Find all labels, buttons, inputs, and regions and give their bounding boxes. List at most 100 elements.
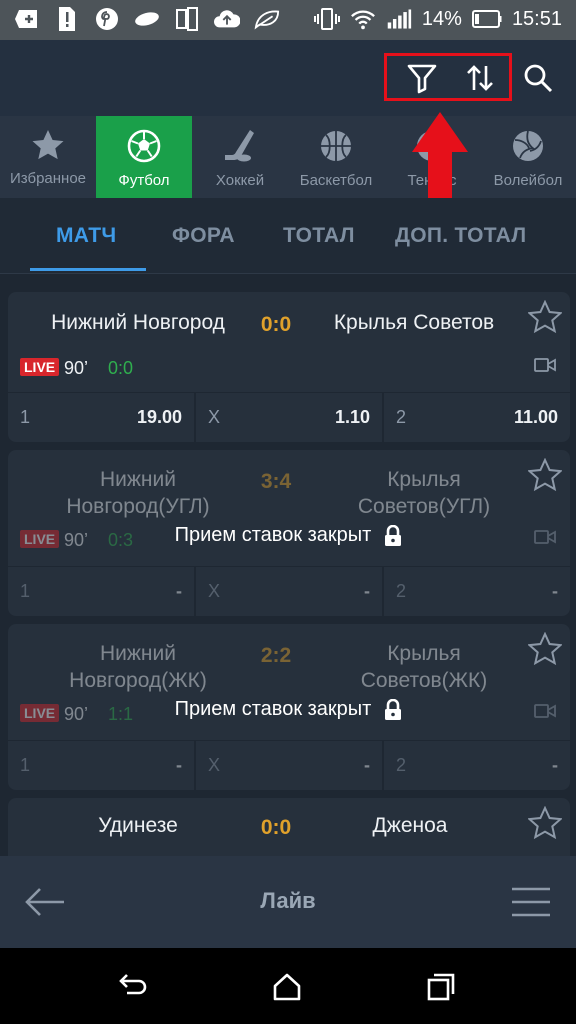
- odd-value: 1.10: [334, 407, 370, 427]
- sport-label: Избранное: [9, 170, 87, 187]
- event-card[interactable]: Нижний Новгород(ЖК) 2:2 Крылья Советов(Ж…: [8, 624, 570, 790]
- away-team-line2: Советов(ЖК): [360, 669, 488, 692]
- volleyball-icon: [513, 130, 543, 161]
- filter-button[interactable]: [404, 60, 440, 96]
- search-icon: [524, 64, 553, 93]
- sim-card-icon: [174, 6, 200, 32]
- pinterest-icon: [94, 6, 120, 32]
- away-team-line2: Советов(УГЛ): [357, 495, 491, 518]
- tab-total[interactable]: ТОТАЛ: [283, 224, 355, 248]
- nav-home-button[interactable]: [270, 970, 304, 1004]
- favorite-star-icon[interactable]: [528, 300, 562, 334]
- lock-icon: [385, 698, 402, 720]
- vibrate-icon: [313, 6, 340, 32]
- odd-label: X: [208, 581, 221, 601]
- odd-label: 1: [20, 755, 31, 775]
- nav-recents-button[interactable]: [424, 970, 458, 1004]
- match-score: 3:4: [260, 470, 292, 493]
- away-team: Дженоа: [372, 814, 448, 837]
- betting-closed-text: Прием ставок закрыт: [174, 524, 372, 546]
- odds-row: 1 - X- 2-: [8, 740, 570, 790]
- odd-value: -: [552, 581, 558, 601]
- favorite-star-icon[interactable]: [528, 806, 562, 840]
- away-team-line1: Крылья: [387, 468, 461, 491]
- sort-icon: [467, 65, 493, 91]
- odd-label: X: [208, 755, 221, 775]
- odd-value: -: [364, 581, 370, 601]
- favorite-star-icon[interactable]: [528, 632, 562, 666]
- odd-label: 2: [396, 581, 407, 601]
- sport-label: Футбол: [118, 172, 170, 189]
- home-team: Нижний Новгород: [51, 311, 225, 334]
- sport-label: Баскетбол: [299, 172, 373, 189]
- betting-closed-message: Прием ставок закрыт: [8, 698, 570, 721]
- odd-value: 11.00: [513, 407, 558, 427]
- odd-home: 1-: [8, 567, 196, 616]
- sport-tab-hockey[interactable]: Хоккей: [192, 116, 288, 198]
- sport-tab-football[interactable]: Футбол: [96, 116, 192, 198]
- live-badge: LIVE: [20, 358, 60, 376]
- search-button[interactable]: [520, 60, 556, 96]
- odd-label: 1: [20, 581, 31, 601]
- tab-match[interactable]: МАТЧ: [56, 224, 116, 248]
- home-team-line2: Новгород(ЖК): [69, 669, 207, 692]
- signal-icon: [386, 6, 412, 32]
- home-team-line2: Новгород(УГЛ): [66, 495, 210, 518]
- odd-value: 19.00: [136, 407, 182, 427]
- status-bar: 14% 15:51: [0, 0, 576, 40]
- sports-tabs: Избранное Футбол Хоккей Баскетбол Теннис…: [0, 116, 576, 198]
- basketball-icon: [321, 131, 351, 161]
- app-screen: 14% 15:51 Избранное Футбол Хоккей Баскет…: [0, 0, 576, 1024]
- match-score: 2:2: [260, 644, 292, 667]
- sort-button[interactable]: [462, 60, 498, 96]
- odds-row: 1 19.00 X 1.10 2 11.00: [8, 392, 570, 442]
- recents-icon: [427, 973, 455, 1001]
- app-header: [0, 40, 576, 116]
- odd-value: -: [176, 755, 182, 775]
- bottom-bar: Лайв: [0, 856, 576, 948]
- away-team: Крылья Советов: [333, 311, 495, 334]
- sport-tab-favorites[interactable]: Избранное: [0, 116, 96, 198]
- event-card[interactable]: Нижний Новгород 0:0 Крылья Советов LIVE …: [8, 292, 570, 442]
- odd-draw[interactable]: X 1.10: [196, 393, 384, 442]
- away-team-line1: Крылья: [387, 642, 461, 665]
- filter-icon: [407, 64, 437, 94]
- event-card[interactable]: Нижний Новгород(УГЛ) 3:4 Крылья Советов(…: [8, 450, 570, 616]
- plus-message-icon: [14, 6, 40, 32]
- betting-closed-text: Прием ставок закрыт: [174, 698, 372, 720]
- battery-percent: 14%: [421, 7, 462, 30]
- battery-icon: [471, 6, 502, 32]
- star-icon: [32, 130, 64, 160]
- bet-type-tabs: МАТЧ ФОРА ТОТАЛ ДОП. ТОТАЛ: [0, 198, 576, 274]
- odd-home[interactable]: 1 19.00: [8, 393, 196, 442]
- sport-tab-volleyball[interactable]: Волейбол: [480, 116, 576, 198]
- nav-back-button[interactable]: [116, 970, 150, 1004]
- video-camera-icon[interactable]: [534, 356, 556, 374]
- odd-label: 2: [396, 755, 407, 775]
- sport-label: Хоккей: [215, 172, 265, 189]
- odd-draw: X-: [196, 741, 384, 790]
- menu-icon: [512, 887, 550, 917]
- odd-label: 2: [396, 407, 407, 427]
- sport-tab-basketball[interactable]: Баскетбол: [288, 116, 384, 198]
- hockey-icon: [225, 130, 254, 162]
- favorite-star-icon[interactable]: [528, 458, 562, 492]
- tab-extra-total[interactable]: ДОП. ТОТАЛ: [395, 224, 526, 248]
- odd-away: 2-: [384, 741, 570, 790]
- soccer-ball-icon: [127, 129, 161, 163]
- odd-value: -: [176, 581, 182, 601]
- odd-label: X: [208, 407, 221, 427]
- sport-label: Волейбол: [493, 172, 563, 189]
- tab-handicap[interactable]: ФОРА: [172, 224, 235, 248]
- sim-alert-icon: [54, 6, 80, 32]
- cloud-upload-icon: [214, 6, 240, 32]
- match-score: 0:0: [260, 816, 292, 839]
- tab-active-indicator: [30, 268, 146, 271]
- odd-draw: X-: [196, 567, 384, 616]
- clock: 15:51: [511, 7, 562, 30]
- odd-away[interactable]: 2 11.00: [384, 393, 570, 442]
- odds-row: 1- X- 2-: [8, 566, 570, 616]
- home-team-line1: Нижний: [99, 642, 176, 665]
- match-score: 0:0: [260, 313, 292, 336]
- menu-button[interactable]: [510, 886, 552, 918]
